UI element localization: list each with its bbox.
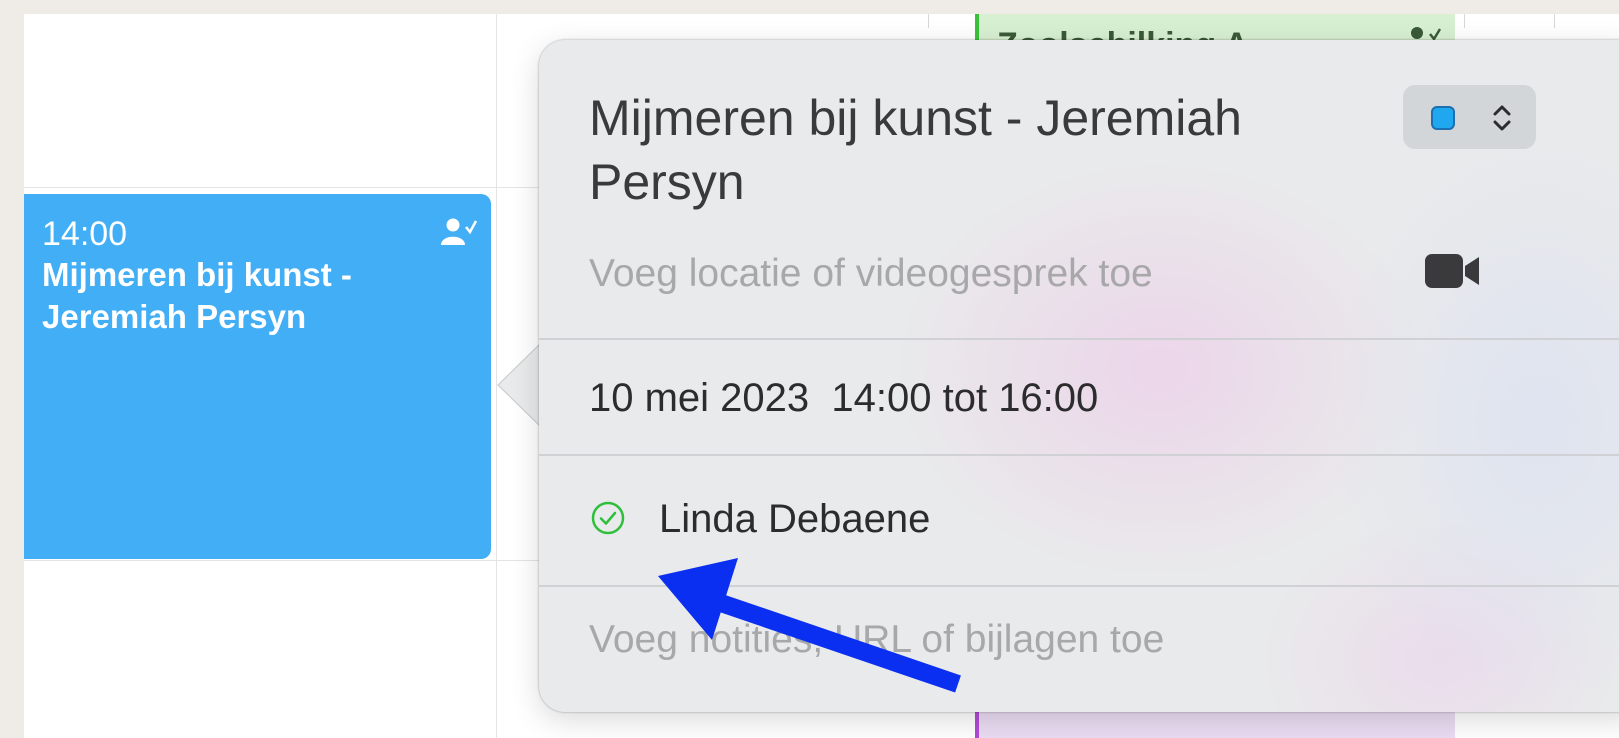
calendar-event-selected[interactable]: 14:00 Mijmeren bij kunst - Jeremiah Pers… (24, 194, 491, 559)
calendar-color-swatch (1431, 106, 1455, 130)
notes-field[interactable]: Voeg notities, URL of bijlagen toe (589, 618, 1164, 662)
date-time-field[interactable]: 10 mei 2023 14:00 tot 16:00 (589, 376, 1098, 421)
divider (539, 454, 1619, 456)
event-date: 10 mei 2023 (589, 376, 810, 420)
accepted-check-icon (591, 501, 625, 535)
chevron-up-down-icon (1493, 105, 1511, 131)
location-field[interactable]: Voeg locatie of videogesprek toe (589, 252, 1153, 296)
event-time-range: 14:00 tot 16:00 (831, 376, 1099, 420)
person-check-icon (441, 218, 477, 245)
popover-pointer (497, 340, 544, 430)
divider (539, 585, 1619, 587)
divider (539, 338, 1619, 340)
grid-tick (1464, 14, 1465, 28)
event-details-popover: Mijmeren bij kunst - Jeremiah Persyn Voe… (539, 40, 1619, 712)
event-time: 14:00 (42, 215, 128, 253)
video-camera-icon[interactable] (1425, 254, 1483, 288)
calendar-color-picker[interactable] (1403, 85, 1536, 149)
event-title-field[interactable]: Mijmeren bij kunst - Jeremiah Persyn (589, 86, 1349, 214)
grid-tick (928, 14, 929, 28)
grid-tick (1554, 14, 1555, 28)
event-title: Mijmeren bij kunst - Jeremiah Persyn (42, 256, 352, 335)
attendee-name[interactable]: Linda Debaene (659, 497, 930, 542)
